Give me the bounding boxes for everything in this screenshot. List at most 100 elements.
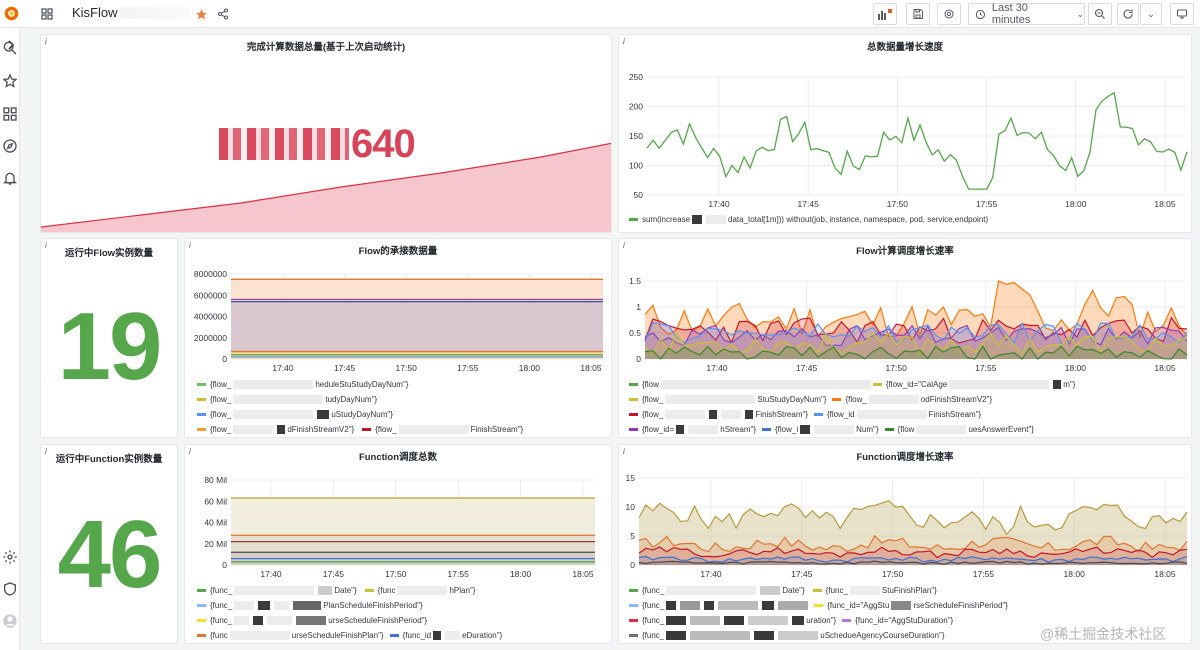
legend-label[interactable]: hStream"} <box>720 425 756 434</box>
legend-label[interactable]: {flow_ <box>210 410 231 419</box>
user-avatar-icon[interactable] <box>2 613 18 629</box>
legend-label[interactable]: hPlan"} <box>449 586 475 595</box>
legend-label[interactable]: uesAnswerEvent"} <box>968 425 1034 434</box>
y-tick-label: 4000000 <box>194 312 227 322</box>
legend-label[interactable]: tudyDayNum"} <box>325 395 377 404</box>
server-admin-shield-icon[interactable] <box>2 581 18 597</box>
legend-label[interactable]: uration"} <box>806 616 836 625</box>
redacted-block <box>253 616 264 625</box>
legend-label[interactable]: {func <box>378 586 396 595</box>
legend-label[interactable]: {func_id="AggStu <box>827 601 889 610</box>
panel-title[interactable]: 运行中Flow实例数量 <box>41 245 177 259</box>
legend-label[interactable]: {func_ <box>642 586 664 595</box>
legend-label[interactable]: Date"} <box>334 586 356 595</box>
legend-swatch <box>629 218 638 221</box>
legend-label[interactable]: {func_ <box>210 616 232 625</box>
dashboard-title[interactable]: KisFlow <box>72 5 118 20</box>
legend-label[interactable]: rseScheduleFinishPeriod"} <box>913 601 1007 610</box>
legend-label[interactable]: m"} <box>1063 380 1075 389</box>
view-mode-button[interactable] <box>1170 3 1194 25</box>
legend-label[interactable]: {func_ <box>642 631 664 640</box>
save-dashboard-button[interactable] <box>906 3 930 25</box>
y-tick-label: 150 <box>629 131 643 141</box>
legend-label[interactable]: {flow_ <box>642 410 663 419</box>
refresh-icon <box>1123 9 1133 19</box>
legend-label[interactable]: {flow_id <box>827 410 855 419</box>
refresh-button[interactable] <box>1117 3 1139 25</box>
panel-total-data: i 完成计算数据总量(基于上次启动统计) 640 <box>40 34 612 233</box>
legend-label[interactable]: eAgencyCourseDuration"} <box>852 631 945 640</box>
legend-label[interactable]: odFinishStreamV2"} <box>921 395 992 404</box>
redacted-block <box>676 425 685 434</box>
x-tick-label: 17:55 <box>448 569 470 579</box>
y-tick-label: 60 Mil <box>204 496 227 506</box>
legend-swatch <box>197 413 206 416</box>
legend-label[interactable]: sum(increase <box>642 215 690 224</box>
legend-label[interactable]: Num"} <box>856 425 878 434</box>
legend-label[interactable]: {flow_ <box>210 395 231 404</box>
grafana-logo-icon[interactable] <box>3 5 20 22</box>
legend-label[interactable]: {func_ <box>642 616 664 625</box>
dashboard-grid-icon[interactable] <box>38 5 56 23</box>
legend-swatch <box>362 428 372 431</box>
time-range-picker[interactable]: Last 30 minutes ⌄ <box>968 2 1085 26</box>
legend-label[interactable]: Date"} <box>782 586 804 595</box>
legend-label[interactable]: data_total[1m])) without(job, instance, … <box>728 215 988 224</box>
alerting-bell-icon[interactable] <box>2 170 18 186</box>
legend-label[interactable]: uSchedu <box>820 631 852 640</box>
settings-button[interactable] <box>937 3 961 25</box>
monitor-icon <box>1176 9 1188 19</box>
legend-label[interactable]: {func <box>210 631 228 640</box>
legend-label[interactable]: {func_ <box>210 586 232 595</box>
x-tick-label: 18:05 <box>1154 199 1176 209</box>
legend-label[interactable]: PlanScheduleFinishPeriod"} <box>323 601 422 610</box>
redacted-block <box>704 601 715 610</box>
redacted-block <box>274 601 290 610</box>
legend-label[interactable]: uStudyDayNum"} <box>331 410 393 419</box>
legend-label[interactable]: {func_id <box>403 631 431 640</box>
legend-label[interactable]: {flow_i <box>775 425 798 434</box>
legend-label[interactable]: {flow_ <box>375 425 396 434</box>
legend-label[interactable]: dFinishStreamV2"} <box>287 425 354 434</box>
legend-label[interactable]: {flow_ <box>642 395 663 404</box>
legend-swatch <box>884 428 894 431</box>
legend-label[interactable]: StuStudyDayNum"} <box>757 395 826 404</box>
legend-label[interactable]: {flow_id= <box>642 425 674 434</box>
legend-label[interactable]: FinishStream"} <box>755 410 808 419</box>
legend-label[interactable]: {flow_ <box>210 380 231 389</box>
legend-label[interactable]: {flow <box>898 425 915 434</box>
redacted-block <box>949 380 1050 389</box>
legend-label[interactable]: {func_ <box>210 601 232 610</box>
legend-label[interactable]: urseScheduleFinishPlan"} <box>292 631 384 640</box>
legend-label[interactable]: {flow_id="CalAge <box>886 380 947 389</box>
dashboards-icon[interactable] <box>2 106 18 122</box>
legend-label[interactable]: {flow_ <box>210 425 231 434</box>
redacted-block <box>814 425 855 434</box>
search-icon[interactable] <box>2 40 18 56</box>
add-panel-button[interactable] <box>873 3 897 25</box>
redacted-block <box>665 410 706 419</box>
legend-label[interactable]: StuFinishPlan"} <box>882 586 937 595</box>
legend-swatch <box>629 604 638 607</box>
legend-label[interactable]: {func_id="AggStuDuration"} <box>855 616 953 625</box>
legend-label[interactable]: FinishStream"} <box>929 410 982 419</box>
star-icon[interactable] <box>192 5 210 23</box>
refresh-interval-dropdown[interactable]: ⌄ <box>1140 3 1162 25</box>
x-tick-label: 18:05 <box>580 363 602 373</box>
explore-compass-icon[interactable] <box>2 138 18 154</box>
panel-flow-rate: i Flow计算调度增长速率 1.5 1 0.5 0 17:40 17:45 17:50 17… <box>618 238 1192 438</box>
legend-label[interactable]: urseScheduleFinishPeriod"} <box>328 616 427 625</box>
panel-title[interactable]: 运行中Function实例数量 <box>41 451 177 465</box>
share-icon[interactable] <box>214 5 232 23</box>
legend-label[interactable]: {flow <box>642 380 659 389</box>
legend-label[interactable]: {func_ <box>826 586 848 595</box>
legend-label[interactable]: heduleStuStudyDayNum"} <box>315 380 408 389</box>
legend-label[interactable]: {func_ <box>642 601 664 610</box>
zoom-out-button[interactable] <box>1088 3 1112 25</box>
x-tick-label: 17:45 <box>798 199 820 209</box>
legend-label[interactable]: {flow_ <box>845 395 866 404</box>
starred-icon[interactable] <box>2 73 18 89</box>
legend-label[interactable]: eDuration"} <box>462 631 502 640</box>
configuration-gear-icon[interactable] <box>2 549 18 565</box>
legend-label[interactable]: FinishStream"} <box>471 425 524 434</box>
